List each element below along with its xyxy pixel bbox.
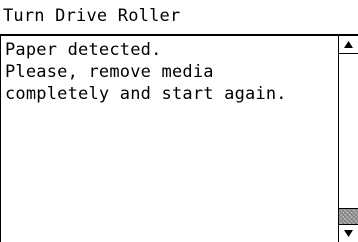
scroll-up-button[interactable]	[339, 36, 358, 54]
triangle-up-icon	[344, 41, 353, 48]
scroll-thumb[interactable]	[339, 208, 358, 224]
vertical-scrollbar[interactable]	[338, 36, 358, 242]
message-line: Please, remove media	[5, 62, 214, 82]
message-area: Paper detected. Please, remove media com…	[0, 36, 339, 242]
title-bar: Turn Drive Roller	[0, 0, 358, 34]
triangle-down-icon	[344, 230, 353, 237]
scroll-down-button[interactable]	[339, 224, 358, 242]
scroll-track[interactable]	[339, 54, 358, 224]
printer-screen: Turn Drive Roller Paper detected. Please…	[0, 0, 358, 242]
message-line: completely and start again.	[5, 84, 287, 104]
message-line: Paper detected.	[5, 40, 162, 60]
page-title: Turn Drive Roller	[3, 6, 181, 26]
